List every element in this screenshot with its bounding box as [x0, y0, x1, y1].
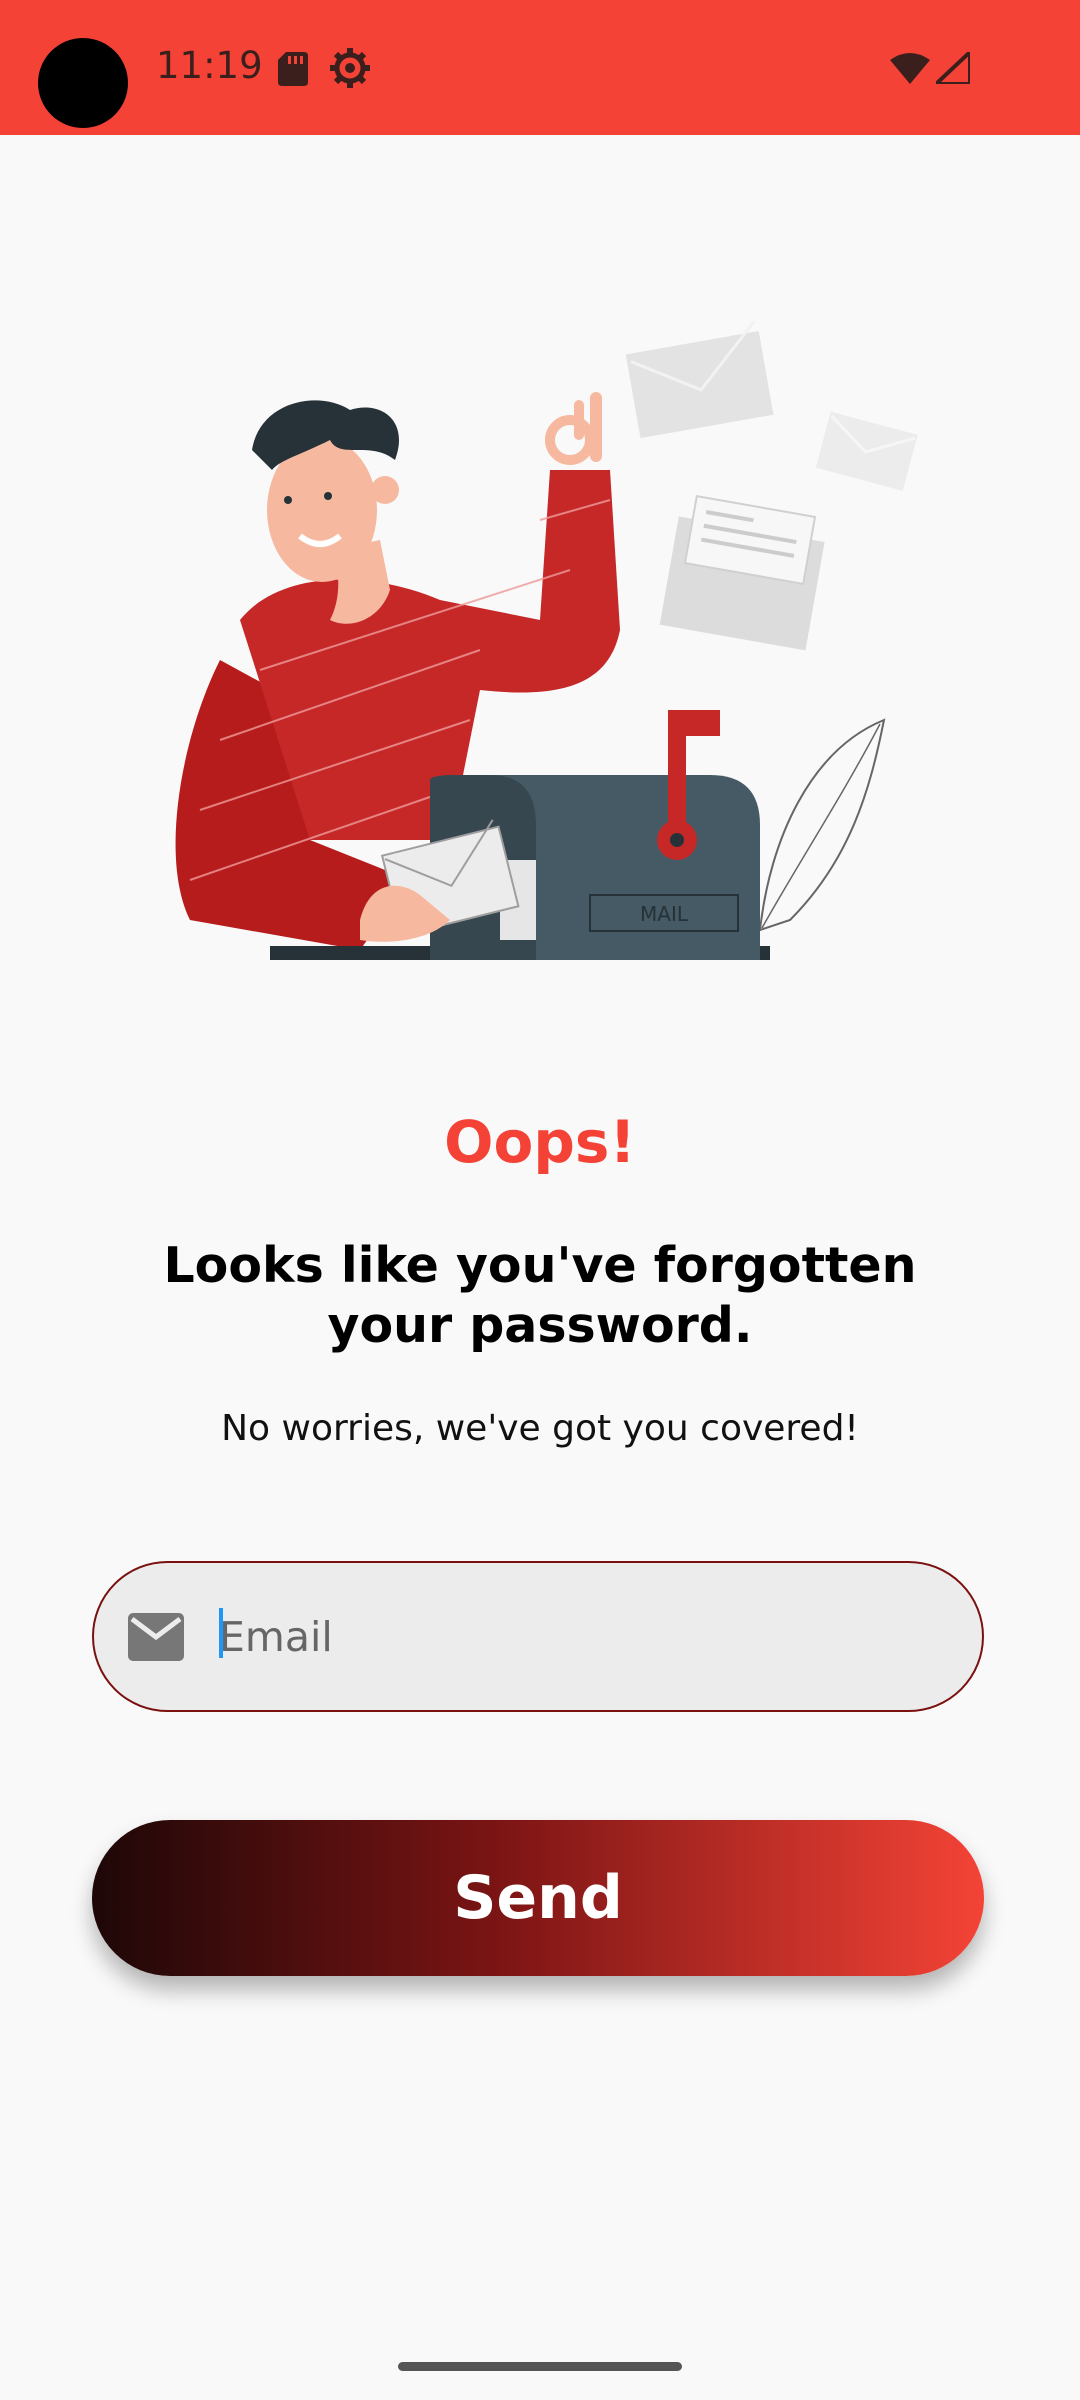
status-time: 11:19 [156, 44, 263, 87]
wifi-icon [890, 53, 930, 84]
mail-icon [128, 1613, 184, 1661]
svg-text:MAIL: MAIL [640, 902, 689, 926]
sd-card-icon [278, 52, 308, 86]
settings-gear-icon [330, 48, 370, 88]
cell-signal-icon [936, 52, 970, 84]
forgot-password-illustration: MAIL [175, 320, 918, 960]
camera-cutout [38, 38, 128, 128]
status-bar: 11:19 [0, 0, 1080, 135]
send-button[interactable]: Send [92, 1820, 984, 1976]
reassurance-subtitle: No worries, we've got you covered! [221, 1408, 859, 1449]
open-letter-envelope-icon [659, 494, 825, 651]
email-field[interactable] [92, 1561, 984, 1712]
forgot-password-headline: Looks like you've forgotten your passwor… [163, 1237, 917, 1354]
oops-title: Oops! [444, 1108, 636, 1176]
floating-envelope-icon [815, 411, 918, 491]
floating-envelope-icon [625, 320, 774, 439]
gesture-nav-handle[interactable] [398, 2362, 682, 2371]
email-input[interactable] [219, 1597, 919, 1677]
